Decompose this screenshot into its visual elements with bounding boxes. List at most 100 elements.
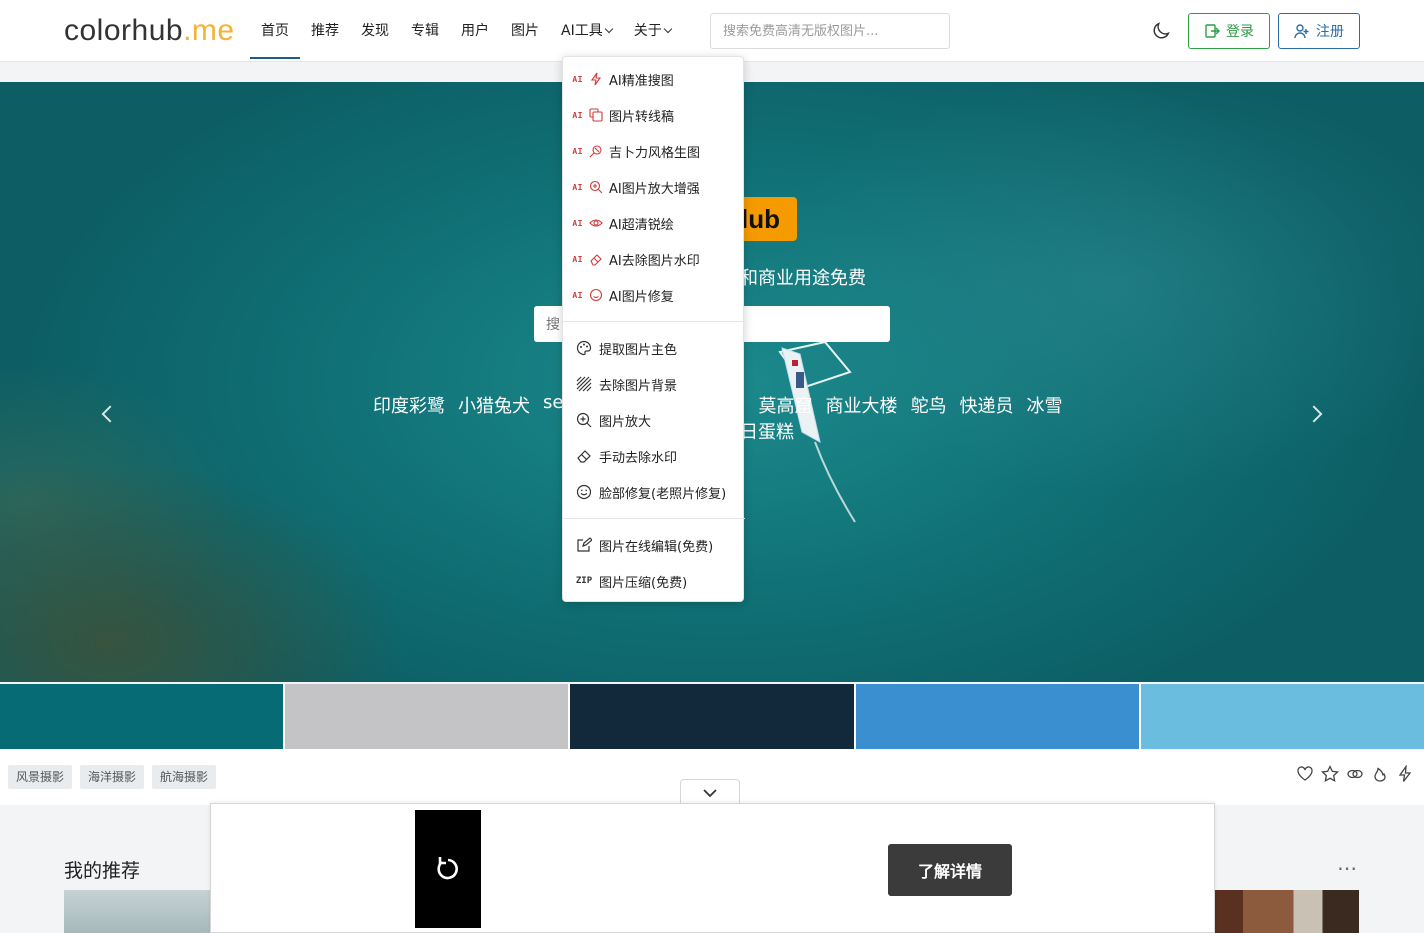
tag-chip[interactable]: 风景摄影: [8, 765, 73, 789]
color-palette: [0, 684, 1424, 749]
tag-chip[interactable]: 海洋摄影: [80, 765, 145, 789]
image-actions: [1296, 765, 1414, 783]
nav-discover[interactable]: 发现: [350, 0, 400, 60]
color-swatch[interactable]: [1140, 684, 1424, 749]
recommend-thumbnail[interactable]: [64, 890, 214, 933]
hot-keyword[interactable]: 小猎兔犬: [458, 392, 530, 418]
edit-icon: [575, 536, 593, 554]
replay-icon[interactable]: [434, 855, 462, 883]
smile-icon: [575, 483, 593, 501]
ad-collapse-button[interactable]: [680, 779, 740, 805]
menu-item-ai-upscale[interactable]: AI AI图片放大增强: [563, 169, 745, 205]
nav-ai-tools-label: AI工具: [561, 23, 603, 39]
menu-item-ai-search[interactable]: AI AI精准搜图: [563, 61, 745, 97]
menu-item-online-editor[interactable]: 图片在线编辑(免费): [563, 527, 745, 563]
brush-icon: [587, 142, 605, 160]
color-swatch[interactable]: [855, 684, 1139, 749]
hot-keyword[interactable]: 鸵鸟: [910, 392, 946, 418]
hero-logo-badge: lub: [737, 197, 797, 241]
menu-item-label: 图片放大: [599, 414, 652, 430]
ai-tools-dropdown: AI AI精准搜图 AI 图片转线稿 AI 吉卜力风格生图 AI AI图片放大增…: [562, 56, 745, 602]
hot-keyword[interactable]: 印度彩鹭: [373, 392, 445, 418]
color-swatch[interactable]: [0, 684, 284, 749]
nav-albums[interactable]: 专辑: [400, 0, 450, 60]
ai-tag: AI: [572, 110, 583, 120]
zip-icon: ZIP: [575, 576, 593, 586]
site-logo[interactable]: colorhub.me: [64, 14, 235, 48]
menu-item-line-art[interactable]: AI 图片转线稿: [563, 97, 745, 133]
menu-item-extract-color[interactable]: 提取图片主色: [563, 330, 745, 366]
nav-ai-tools[interactable]: AI工具: [550, 0, 623, 60]
carousel-prev-icon[interactable]: [101, 405, 119, 423]
ai-tag: AI: [572, 146, 583, 156]
login-button[interactable]: 登录: [1188, 13, 1270, 49]
menu-item-remove-bg[interactable]: 去除图片背景: [563, 366, 745, 402]
register-button[interactable]: 注册: [1278, 13, 1360, 49]
ad-banner: 了解详情: [210, 803, 1215, 933]
chevron-down-icon: [663, 24, 672, 34]
nav-about[interactable]: 关于: [623, 0, 682, 60]
hot-keyword[interactable]: se: [543, 392, 563, 418]
carousel-next-icon[interactable]: [1305, 405, 1323, 423]
learn-more-button[interactable]: 了解详情: [888, 844, 1012, 896]
fire-icon[interactable]: [1371, 765, 1389, 783]
color-swatch[interactable]: [285, 684, 569, 749]
hot-keyword[interactable]: 莫高窟: [758, 392, 812, 418]
dark-mode-icon[interactable]: [1150, 20, 1172, 42]
header-search-input[interactable]: [710, 13, 950, 49]
menu-item-label: AI去除图片水印: [609, 253, 700, 269]
menu-item-ghibli[interactable]: AI 吉卜力风格生图: [563, 133, 745, 169]
nav-recommend[interactable]: 推荐: [300, 0, 350, 60]
menu-item-label: 去除图片背景: [599, 378, 678, 394]
menu-item-label: 图片转线稿: [609, 109, 675, 125]
color-swatch[interactable]: [570, 684, 854, 749]
star-icon[interactable]: [1321, 765, 1339, 783]
hot-keyword[interactable]: 日蛋糕: [740, 418, 794, 444]
menu-item-compress[interactable]: ZIP 图片压缩(免费): [563, 563, 745, 599]
menu-item-label: 图片在线编辑(免费): [599, 539, 714, 555]
nav-users[interactable]: 用户: [450, 0, 500, 60]
chevron-down-icon: [703, 788, 717, 797]
more-options-icon[interactable]: ⋯: [1337, 856, 1358, 880]
menu-item-ai-watermark[interactable]: AI AI去除图片水印: [563, 241, 745, 277]
tag-chip[interactable]: 航海摄影: [152, 765, 217, 789]
menu-item-label: 脸部修复(老照片修复): [599, 486, 727, 502]
nav-images[interactable]: 图片: [500, 0, 550, 60]
zoom-in-icon: [587, 178, 605, 196]
eraser-icon: [587, 250, 605, 268]
menu-item-label: AI图片修复: [609, 289, 674, 305]
chevron-down-icon: [604, 24, 613, 34]
hatch-pattern-icon: [575, 375, 593, 393]
zoom-in-icon: [575, 411, 593, 429]
menu-item-upscale[interactable]: 图片放大: [563, 402, 745, 438]
heart-icon[interactable]: [1296, 765, 1314, 783]
ad-video[interactable]: [415, 810, 481, 928]
hot-keyword[interactable]: 冰雪: [1026, 392, 1062, 418]
ai-tag: AI: [572, 254, 583, 264]
recommend-thumbnail[interactable]: [1214, 890, 1359, 933]
palette-icon: [575, 339, 593, 357]
menu-item-label: 图片压缩(免费): [599, 575, 688, 591]
menu-item-label: AI超清锐绘: [609, 217, 674, 233]
menu-item-ai-restore[interactable]: AI AI图片修复: [563, 277, 745, 313]
hot-keyword[interactable]: 快递员: [959, 392, 1013, 418]
section-title: 我的推荐: [64, 860, 141, 882]
menu-divider: [563, 518, 745, 519]
menu-item-face-restore[interactable]: 脸部修复(老照片修复): [563, 474, 745, 510]
menu-item-label: 吉卜力风格生图: [609, 145, 701, 161]
add-user-icon: [1294, 24, 1309, 39]
menu-item-manual-watermark[interactable]: 手动去除水印: [563, 438, 745, 474]
menu-item-ai-sharpen[interactable]: AI AI超清锐绘: [563, 205, 745, 241]
lightning-icon[interactable]: [1396, 765, 1414, 783]
link-icon[interactable]: [1346, 765, 1364, 783]
hero-tagline: 和商业用途免费: [740, 268, 866, 289]
eye-icon: [587, 214, 605, 232]
hot-keyword[interactable]: 商业大楼: [825, 392, 897, 418]
nav-home[interactable]: 首页: [250, 0, 300, 60]
logo-text: colorhub: [64, 14, 184, 47]
menu-divider: [563, 321, 745, 322]
ai-tag: AI: [572, 182, 583, 192]
smile-icon: [587, 286, 605, 304]
ai-tag: AI: [572, 218, 583, 228]
nav-about-label: 关于: [633, 23, 662, 39]
